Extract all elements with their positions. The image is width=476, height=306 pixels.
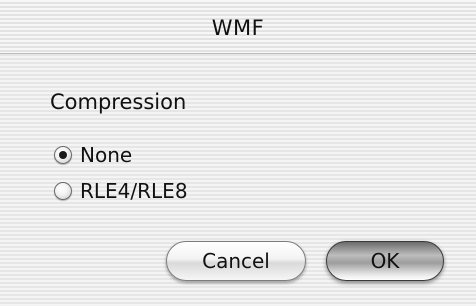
radio-button-none[interactable]	[54, 146, 72, 164]
radio-option-rle[interactable]: RLE4/RLE8	[54, 177, 188, 205]
radio-label-rle: RLE4/RLE8	[80, 179, 188, 203]
radio-label-none: None	[80, 143, 133, 167]
compression-label: Compression	[50, 90, 187, 114]
ok-button[interactable]: OK	[326, 241, 444, 281]
radio-option-none[interactable]: None	[54, 141, 132, 169]
wmf-dialog: WMF Compression None RLE4/RLE8 Cancel OK	[0, 0, 476, 306]
radio-button-rle[interactable]	[54, 182, 72, 200]
title-bar[interactable]: WMF	[0, 0, 476, 54]
window-title: WMF	[211, 16, 265, 40]
cancel-button[interactable]: Cancel	[166, 241, 306, 281]
